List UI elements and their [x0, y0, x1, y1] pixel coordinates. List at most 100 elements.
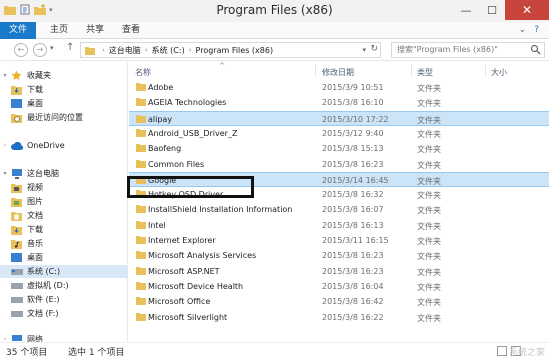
recent-locations-chevron-icon[interactable]: ▾: [50, 44, 54, 52]
breadcrumb-this-pc[interactable]: 这台电脑: [109, 45, 141, 56]
nav-drive-f[interactable]: 文档 (F:): [0, 307, 128, 320]
download-folder-icon: [10, 224, 23, 235]
nav-label: 最近访问的位置: [27, 113, 83, 122]
nav-documents[interactable]: 文档: [0, 209, 128, 222]
file-type: 文件夹: [417, 176, 441, 186]
file-row[interactable]: AGEIA Technologies 2015/3/8 16:10 文件夹: [129, 95, 549, 110]
file-date: 2015/3/8 16:23: [322, 159, 384, 169]
column-name[interactable]: 名称: [135, 67, 151, 78]
file-type: 文件夹: [417, 221, 441, 231]
file-row[interactable]: Microsoft ASP.NET 2015/3/8 16:23 文件夹: [129, 264, 549, 279]
status-bar: 35 个项目 选中 1 个项目 系统之家: [0, 342, 549, 359]
file-date: 2015/3/8 16:32: [322, 190, 384, 200]
expand-chevron-icon[interactable]: ›: [0, 142, 10, 149]
maximize-button[interactable]: ☐: [479, 0, 505, 20]
file-name: Microsoft ASP.NET: [148, 266, 220, 276]
column-divider[interactable]: [411, 65, 412, 76]
recent-places-icon: [10, 112, 23, 123]
title-bar: ▾ Program Files (x86) — ☐ ✕: [0, 0, 549, 22]
file-row[interactable]: Microsoft Device Health 2015/3/8 16:04 文件夹: [129, 279, 549, 294]
help-icon[interactable]: ?: [534, 25, 539, 35]
tab-home[interactable]: 主页: [44, 22, 74, 39]
address-history-chevron-icon[interactable]: ▾: [362, 46, 366, 54]
forward-button[interactable]: →: [33, 43, 47, 57]
address-bar[interactable]: › 这台电脑 › 系统 (C:) › Program Files (x86) ▾…: [80, 42, 381, 58]
file-type: 文件夹: [417, 160, 441, 170]
file-name: Microsoft Office: [148, 297, 211, 307]
file-row[interactable]: Microsoft Analysis Services 2015/3/8 16:2…: [129, 248, 549, 263]
folder-icon: [85, 46, 95, 55]
folder-icon: [136, 128, 146, 137]
file-name: Microsoft Analysis Services: [148, 251, 257, 261]
nav-favorites-downloads[interactable]: 下载: [0, 83, 128, 96]
nav-pictures[interactable]: 图片: [0, 195, 128, 208]
tab-share[interactable]: 共享: [80, 22, 110, 39]
file-date: 2015/3/8 16:22: [322, 312, 384, 322]
nav-music[interactable]: 音乐: [0, 237, 128, 250]
close-button[interactable]: ✕: [505, 0, 549, 20]
column-type[interactable]: 类型: [417, 67, 433, 78]
folder-icon: [136, 312, 146, 321]
file-type: 文件夹: [417, 129, 441, 139]
folder-icon: [136, 205, 146, 214]
nav-videos[interactable]: 视频: [0, 181, 128, 194]
column-header: ^ 名称 修改日期 类型 大小: [129, 62, 549, 78]
column-date-modified[interactable]: 修改日期: [322, 67, 354, 78]
back-button[interactable]: ←: [14, 43, 28, 57]
file-type: 文件夹: [417, 191, 441, 201]
nav-label: 文档: [27, 211, 43, 220]
folder-icon: [136, 297, 146, 306]
computer-icon: [10, 168, 23, 179]
up-arrow-icon[interactable]: ↑: [66, 42, 74, 53]
file-row[interactable]: Android_USB_Driver_Z 2015/3/12 9:40 文件夹: [129, 126, 549, 141]
nav-drive-c[interactable]: 系统 (C:): [0, 265, 128, 278]
file-date: 2015/3/8 16:23: [322, 266, 384, 276]
nav-this-pc[interactable]: ▾ 这台电脑: [0, 167, 128, 180]
file-date: 2015/3/8 16:13: [322, 220, 384, 230]
folder-icon: [136, 281, 146, 290]
file-row[interactable]: Internet Explorer 2015/3/11 16:15 文件夹: [129, 233, 549, 248]
file-row[interactable]: Adobe 2015/3/9 10:51 文件夹: [129, 80, 549, 95]
column-size[interactable]: 大小: [491, 67, 507, 78]
videos-folder-icon: [10, 182, 23, 193]
drive-icon: [10, 308, 23, 319]
file-row[interactable]: InstallShield Installation Information 20…: [129, 202, 549, 217]
music-folder-icon: [10, 238, 23, 249]
nav-downloads[interactable]: 下载: [0, 223, 128, 236]
file-row[interactable]: Microsoft Silverlight 2015/3/8 16:22 文件夹: [129, 310, 549, 325]
file-row[interactable]: Baofeng 2015/3/8 15:13 文件夹: [129, 141, 549, 156]
nav-favorites-recent[interactable]: 最近访问的位置: [0, 111, 128, 124]
nav-drive-e[interactable]: 软件 (E:): [0, 293, 128, 306]
file-row[interactable]: Microsoft Office 2015/3/8 16:42 文件夹: [129, 294, 549, 309]
breadcrumb-program-files-x86[interactable]: Program Files (x86): [196, 46, 274, 55]
minimize-button[interactable]: —: [453, 0, 479, 20]
file-list: ^ 名称 修改日期 类型 大小 Adobe 2015/3/9 10:51 文件夹 AG…: [129, 62, 549, 342]
file-name: Android_USB_Driver_Z: [148, 128, 238, 138]
nav-desktop[interactable]: 桌面: [0, 251, 128, 264]
column-divider[interactable]: [485, 65, 486, 76]
nav-onedrive[interactable]: › OneDrive: [0, 139, 128, 152]
tab-file[interactable]: 文件: [0, 22, 36, 39]
file-type: 文件夹: [417, 206, 441, 216]
file-row[interactable]: Intel 2015/3/8 16:13 文件夹: [129, 218, 549, 233]
expand-ribbon-chevron-icon[interactable]: ⌄: [519, 25, 527, 35]
folder-icon: [136, 83, 146, 91]
tab-view[interactable]: 查看: [116, 22, 146, 39]
nav-favorites-desktop[interactable]: 桌面: [0, 97, 128, 110]
nav-drive-d[interactable]: 虚拟机 (D:): [0, 279, 128, 292]
breadcrumb-drive-c[interactable]: 系统 (C:): [152, 45, 185, 56]
file-date: 2015/3/14 16:45: [322, 175, 389, 185]
details-view-icon[interactable]: [497, 346, 507, 356]
expand-chevron-icon[interactable]: ▾: [0, 170, 10, 177]
search-input[interactable]: 搜索"Program Files (x86)": [391, 42, 545, 58]
nav-label: 图片: [27, 197, 43, 206]
column-divider[interactable]: [315, 65, 316, 76]
file-row[interactable]: Common Files 2015/3/8 16:23 文件夹: [129, 157, 549, 172]
search-icon[interactable]: [530, 44, 541, 55]
expand-chevron-icon[interactable]: ▾: [0, 72, 10, 79]
file-name: Microsoft Silverlight: [148, 312, 228, 322]
refresh-icon[interactable]: ↻: [370, 44, 378, 54]
file-row[interactable]: alipay 2015/3/10 17:22 文件夹: [129, 110, 549, 126]
file-date: 2015/3/8 16:23: [322, 251, 384, 261]
nav-favorites[interactable]: ▾ 收藏夹: [0, 69, 128, 82]
